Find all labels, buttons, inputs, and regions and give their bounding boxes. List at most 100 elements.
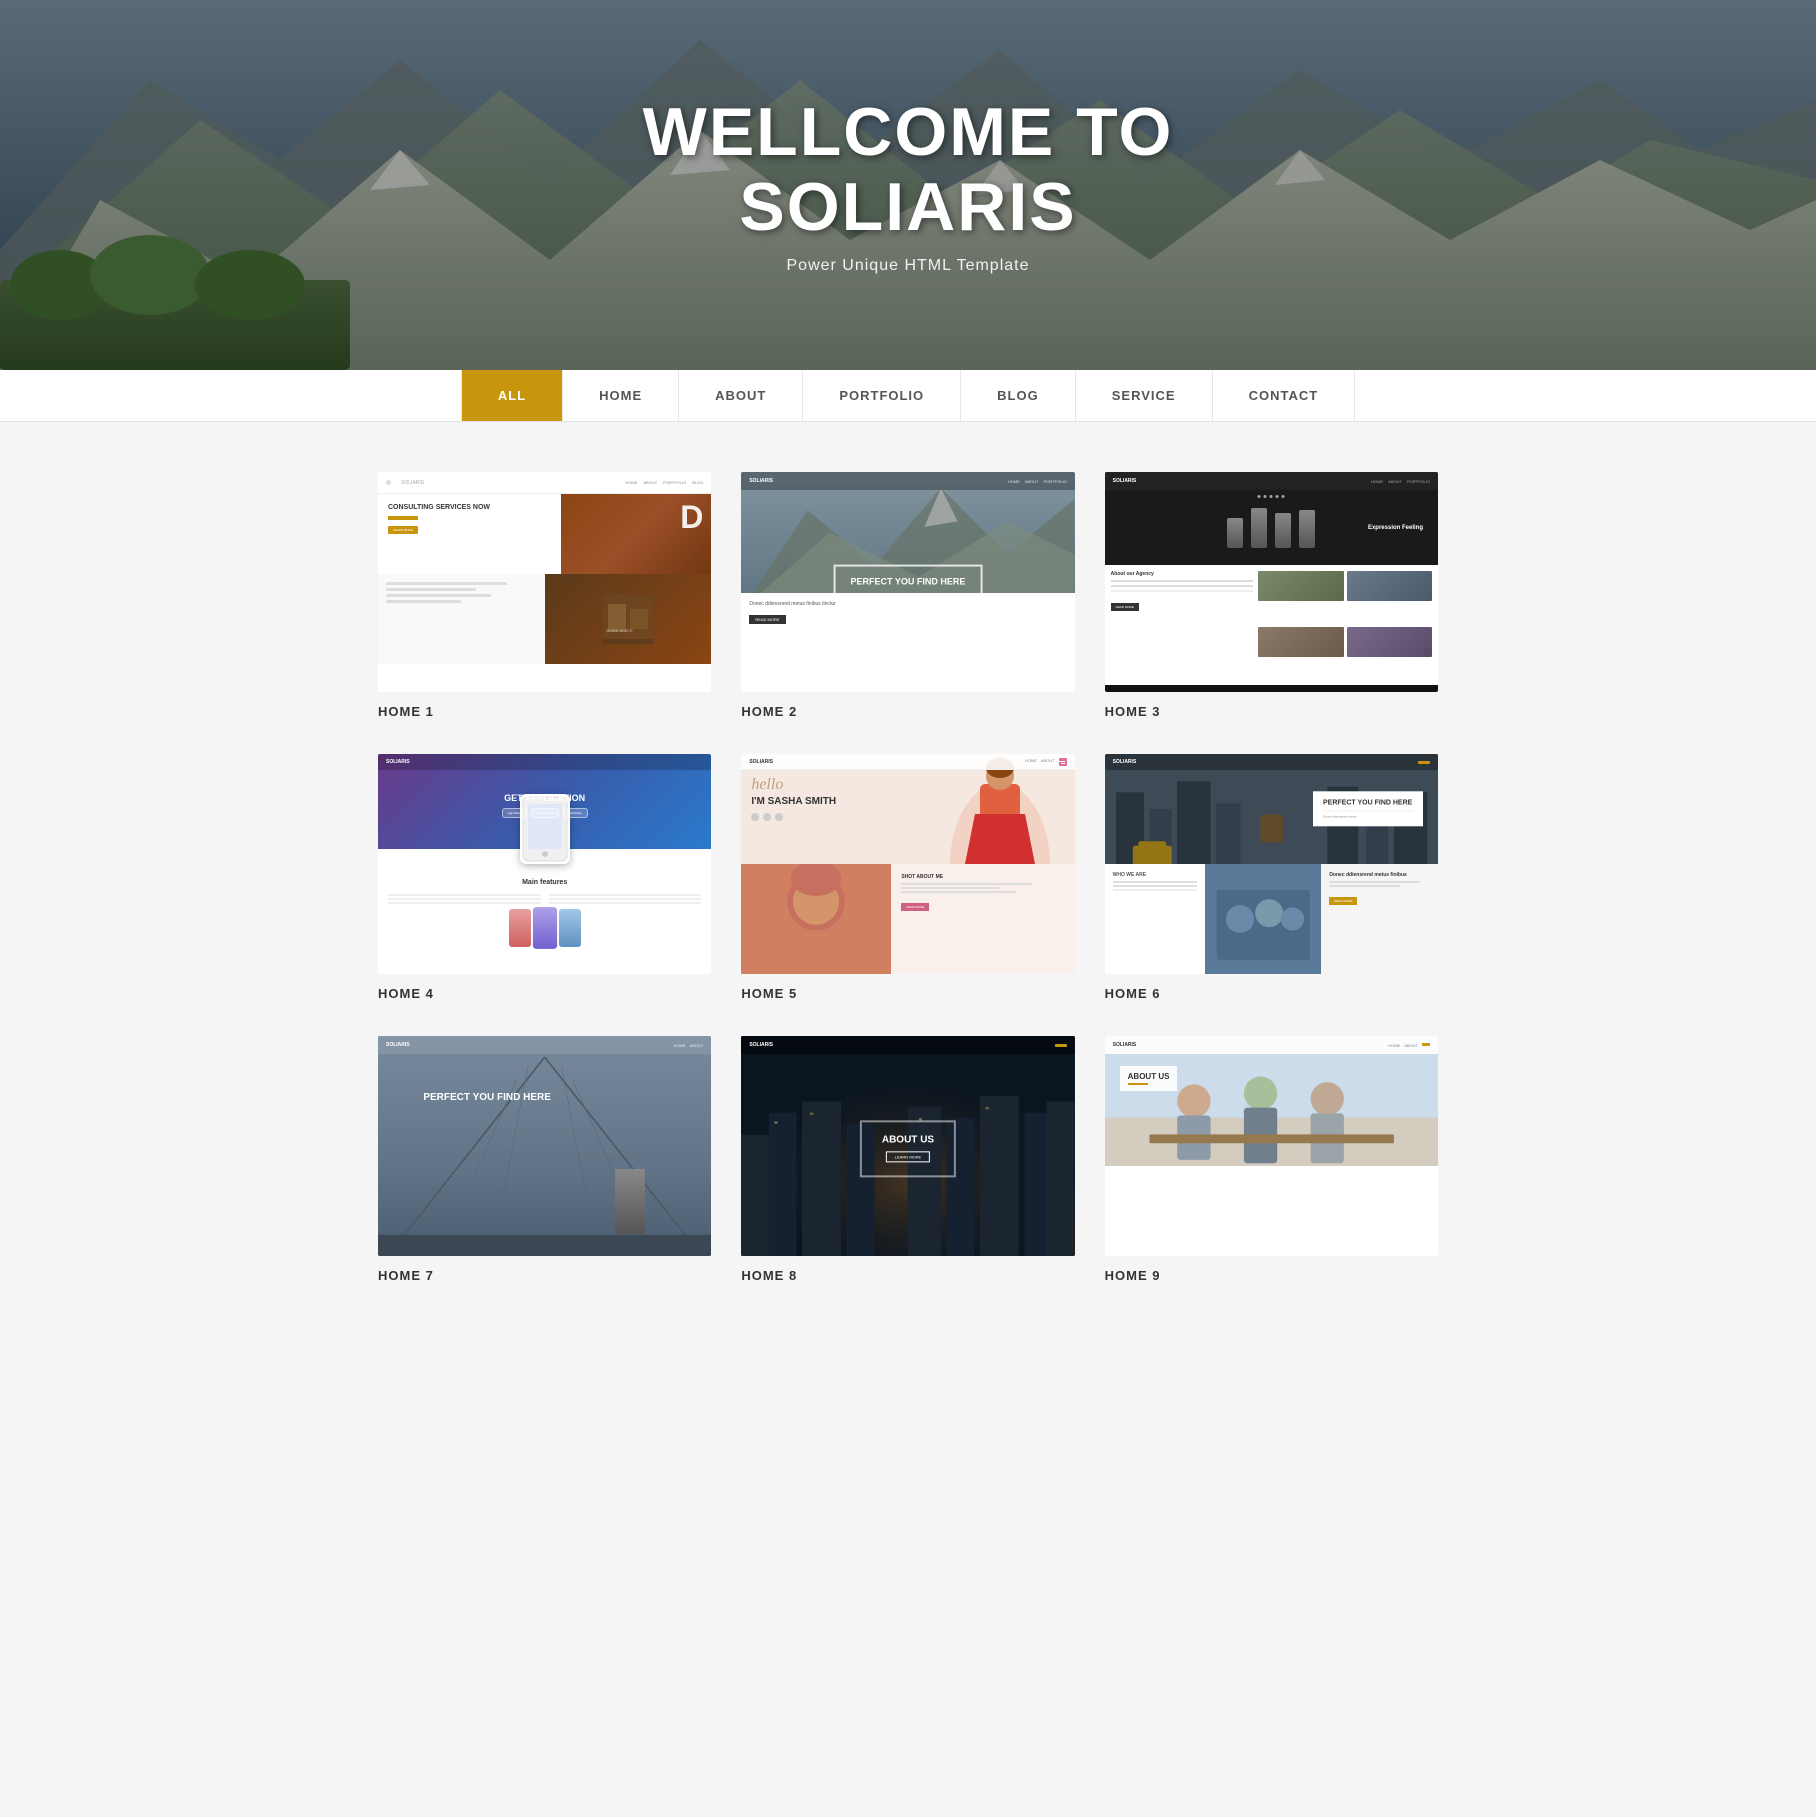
grid-item-home1[interactable]: SOLIARIS HOME ABOUT PORTFOLIO BLOG CONSU… bbox=[378, 472, 711, 719]
home7-person-figure bbox=[615, 1169, 645, 1234]
home6-bottom-section: WHO WE ARE bbox=[1105, 864, 1438, 974]
nav-item-all[interactable]: ALL bbox=[461, 370, 563, 421]
grid-item-home5[interactable]: SOLIARIS HOME ABOUT hello I'm Sasha Smit… bbox=[741, 754, 1074, 1001]
home2-label: HOME 2 bbox=[741, 704, 1074, 719]
home6-desc-btn: READ MORE bbox=[1329, 897, 1357, 905]
home4-app-content: Get application App Store Google Play Wi… bbox=[502, 785, 588, 818]
home4-store-buttons: App Store Google Play Windows bbox=[502, 808, 588, 818]
preview-home9: SOLIARIS HOME ABOUT ABOUT US bbox=[1105, 1036, 1438, 1256]
home1-line2 bbox=[386, 588, 476, 591]
home6-hero-box: PERFECT YOU FIND HERE Donec ddiensrend m… bbox=[1313, 791, 1423, 826]
home8-logo: SOLIARIS bbox=[749, 1042, 773, 1048]
home5-hello-text: hello bbox=[751, 776, 914, 794]
home3-nav2: ABOUT bbox=[1388, 479, 1402, 484]
home1-nav2: ABOUT bbox=[643, 480, 657, 485]
home1-nav-items: HOME ABOUT PORTFOLIO BLOG bbox=[625, 480, 703, 485]
home8-nav-accent bbox=[1055, 1044, 1067, 1047]
hero-content: WELLCOME TO SOLIARIS Power Unique HTML T… bbox=[643, 95, 1174, 275]
home3-text-line2 bbox=[1111, 585, 1253, 587]
home3-logo: SOLIARIS bbox=[1113, 478, 1137, 484]
grid-item-home8[interactable]: SOLIARIS ABOUT US LEARN MORE HOME 8 bbox=[741, 1036, 1074, 1283]
nav-item-portfolio[interactable]: PORTFOLIO bbox=[803, 370, 961, 421]
grid-item-home7[interactable]: SOLIARIS HOME ABOUT PERFECT YOU FIND HER… bbox=[378, 1036, 711, 1283]
home1-accent-bar bbox=[388, 516, 418, 520]
home3-gallery bbox=[1258, 571, 1432, 679]
home6-hero-title: PERFECT YOU FIND HERE bbox=[1323, 799, 1413, 807]
grid-item-home6[interactable]: PERFECT YOU FIND HERE Donec ddiensrend m… bbox=[1105, 754, 1438, 1001]
home3-figure4 bbox=[1299, 510, 1315, 548]
home2-logo: SOLIARIS bbox=[749, 478, 773, 484]
home9-people-svg bbox=[1105, 1036, 1438, 1166]
home7-bridge-svg bbox=[378, 1036, 711, 1256]
home3-text-line1 bbox=[1111, 580, 1253, 582]
home7-label: HOME 7 bbox=[378, 1268, 711, 1283]
nav-item-about[interactable]: ABOUT bbox=[679, 370, 803, 421]
home9-nav2: ABOUT bbox=[1404, 1043, 1418, 1048]
preview-home7: SOLIARIS HOME ABOUT PERFECT YOU FIND HER… bbox=[378, 1036, 711, 1256]
home6-box-subtitle: Donec ddiensrend metus bbox=[1323, 815, 1413, 819]
templates-grid: SOLIARIS HOME ABOUT PORTFOLIO BLOG CONSU… bbox=[378, 472, 1438, 1283]
nav-item-contact[interactable]: CONTACT bbox=[1213, 370, 1356, 421]
home6-logo: SOLIARIS bbox=[1113, 759, 1137, 765]
preview-home6-container: PERFECT YOU FIND HERE Donec ddiensrend m… bbox=[1105, 754, 1438, 974]
home1-line3 bbox=[386, 594, 491, 597]
home5-label: HOME 5 bbox=[741, 986, 1074, 1001]
home1-header: SOLIARIS HOME ABOUT PORTFOLIO BLOG bbox=[378, 472, 711, 494]
home3-figure3 bbox=[1275, 513, 1291, 548]
home8-label: HOME 8 bbox=[741, 1268, 1074, 1283]
home4-label: HOME 4 bbox=[378, 986, 711, 1001]
home1-interior-svg: WORK SPACE bbox=[598, 584, 658, 654]
home1-d-letter: D bbox=[680, 499, 703, 536]
home4-get-app-text: Get application bbox=[504, 793, 585, 803]
preview-home4-container: SOLIARIS Get application App Store Googl… bbox=[378, 754, 711, 974]
home9-nav1: HOME bbox=[1388, 1043, 1400, 1048]
home7-nav: HOME ABOUT bbox=[674, 1043, 704, 1048]
home9-about-overlay: ABOUT US bbox=[1120, 1066, 1178, 1091]
home5-menu-icon bbox=[1059, 758, 1067, 766]
preview-home3: SOLIARIS HOME ABOUT PORTFOLIO bbox=[1105, 472, 1438, 692]
home8-learn-more-btn: LEARN MORE bbox=[886, 1151, 930, 1162]
preview-home9-container: SOLIARIS HOME ABOUT ABOUT US bbox=[1105, 1036, 1438, 1256]
home1-hero: CONSULTING SERVICES NOW LEARN MORE D bbox=[378, 494, 711, 574]
home1-line1 bbox=[386, 582, 507, 585]
preview-home1: SOLIARIS HOME ABOUT PORTFOLIO BLOG CONSU… bbox=[378, 472, 711, 692]
nav-filter-bar: ALL HOME ABOUT PORTFOLIO BLOG SERVICE CO… bbox=[0, 370, 1816, 422]
home1-hero-right: D bbox=[561, 494, 711, 574]
home6-desc-line2 bbox=[1329, 885, 1399, 887]
home8-about-title: ABOUT US bbox=[882, 1134, 934, 1145]
home1-logo-text: SOLIARIS bbox=[401, 480, 424, 486]
home5-about-btn: READ MORE bbox=[901, 903, 929, 911]
home6-hero-area: PERFECT YOU FIND HERE Donec ddiensrend m… bbox=[1105, 754, 1438, 864]
home1-btn1: LEARN MORE bbox=[388, 526, 418, 534]
home8-header: SOLIARIS bbox=[741, 1036, 1074, 1054]
home3-figures bbox=[1227, 508, 1315, 548]
home6-who-line2 bbox=[1113, 885, 1197, 887]
home5-hero-left: hello I'm Sasha Smith bbox=[741, 754, 924, 864]
home1-nav3: PORTFOLIO bbox=[663, 480, 686, 485]
home5-about-line3 bbox=[901, 891, 1015, 893]
home9-about-title: ABOUT US bbox=[1128, 1072, 1170, 1081]
preview-home6: PERFECT YOU FIND HERE Donec ddiensrend m… bbox=[1105, 754, 1438, 974]
grid-item-home2[interactable]: SOLIARIS HOME ABOUT PORTFOLIO PERFECT YO… bbox=[741, 472, 1074, 719]
home7-header: SOLIARIS HOME ABOUT bbox=[378, 1036, 711, 1054]
home2-btn: READ MORE bbox=[749, 615, 785, 624]
grid-item-home4[interactable]: SOLIARIS Get application App Store Googl… bbox=[378, 754, 711, 1001]
home1-dot1 bbox=[386, 480, 391, 485]
grid-item-home9[interactable]: SOLIARIS HOME ABOUT ABOUT US bbox=[1105, 1036, 1438, 1283]
home5-name-text: I'm Sasha Smith bbox=[751, 796, 914, 807]
nav-item-home[interactable]: HOME bbox=[563, 370, 679, 421]
home4-feat-line5 bbox=[549, 898, 702, 900]
home6-box-divider bbox=[1323, 811, 1413, 812]
home2-nav3: PORTFOLIO bbox=[1044, 479, 1067, 484]
home4-feature-items bbox=[388, 894, 701, 904]
home2-header: SOLIARIS HOME ABOUT PORTFOLIO bbox=[741, 472, 1074, 490]
nav-item-service[interactable]: SERVICE bbox=[1076, 370, 1213, 421]
home5-social-icons bbox=[751, 813, 914, 821]
home1-buttons: LEARN MORE bbox=[388, 526, 551, 534]
preview-home1-container: SOLIARIS HOME ABOUT PORTFOLIO BLOG CONSU… bbox=[378, 472, 711, 692]
nav-item-blog[interactable]: BLOG bbox=[961, 370, 1076, 421]
grid-item-home3[interactable]: SOLIARIS HOME ABOUT PORTFOLIO bbox=[1105, 472, 1438, 719]
home1-text-block bbox=[378, 574, 545, 664]
home4-features-section: Main features bbox=[378, 849, 711, 955]
home5-about-text-area: SHOT ABOUT ME READ MORE bbox=[891, 864, 1074, 974]
